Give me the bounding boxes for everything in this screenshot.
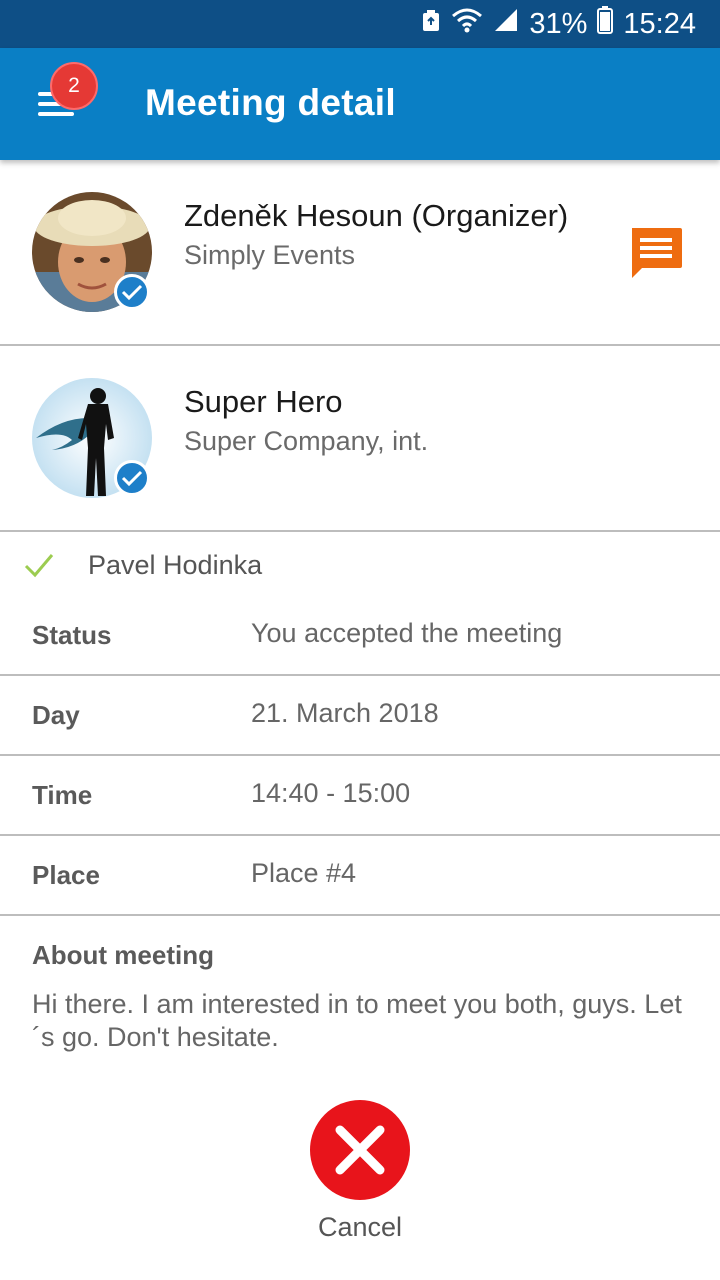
detail-row-time: Time 14:40 - 15:00: [0, 756, 720, 836]
detail-label: Place: [32, 860, 100, 890]
participant-organizer[interactable]: Zdeněk Hesoun (Organizer) Simply Events: [0, 160, 720, 346]
participant-guest[interactable]: Super Hero Super Company, int.: [0, 346, 720, 532]
cancel-button[interactable]: [310, 1100, 410, 1200]
detail-label: Time: [32, 780, 93, 810]
notification-badge: 2: [50, 62, 98, 110]
detail-label: Status: [32, 620, 112, 650]
battery-percent: 31%: [529, 7, 588, 40]
cancel-label[interactable]: Cancel: [0, 1212, 720, 1243]
participant-company: Super Company, int.: [184, 426, 429, 456]
detail-row-day: Day 21. March 2018: [0, 676, 720, 756]
attendee-name: Pavel Hodinka: [88, 550, 263, 580]
app-bar: 2 Meeting detail: [0, 48, 720, 160]
signal-icon: [493, 7, 519, 41]
detail-label: Day: [32, 700, 80, 730]
checkmark-icon: [24, 552, 54, 578]
verified-check-icon: [114, 274, 150, 310]
about-meeting-text: Hi there. I am interested in to meet you…: [32, 989, 682, 1052]
close-x-icon: [335, 1125, 385, 1175]
participant-name: Super Hero: [184, 384, 343, 419]
participant-company: Simply Events: [184, 240, 356, 270]
detail-value: 21. March 2018: [251, 698, 439, 728]
chat-bubble-icon: [632, 228, 682, 278]
wifi-icon: [451, 7, 483, 41]
page-title: Meeting detail: [145, 82, 396, 123]
status-bar: 31% 15:24: [0, 0, 720, 48]
detail-value: You accepted the meeting: [251, 618, 563, 648]
chat-button[interactable]: [628, 226, 684, 282]
recycle-icon: [421, 8, 441, 41]
verified-check-icon: [114, 460, 150, 496]
detail-value: 14:40 - 15:00: [251, 778, 411, 808]
detail-row-status: Status You accepted the meeting: [0, 596, 720, 676]
detail-row-place: Place Place #4: [0, 836, 720, 916]
detail-value: Place #4: [251, 858, 357, 888]
clock: 15:24: [623, 7, 696, 40]
participant-name: Zdeněk Hesoun (Organizer): [184, 198, 569, 233]
about-meeting-label: About meeting: [32, 940, 214, 970]
attendee-row: Pavel Hodinka: [0, 532, 720, 600]
battery-icon: [597, 6, 614, 42]
status-icons: 31% 15:24: [421, 0, 696, 48]
